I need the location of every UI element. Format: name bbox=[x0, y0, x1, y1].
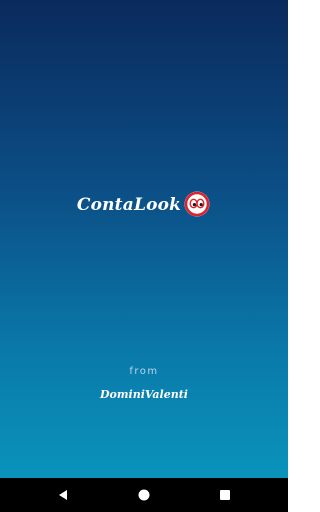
developer-name: DominiValenti bbox=[100, 388, 188, 401]
back-button[interactable] bbox=[43, 478, 83, 512]
system-navigation-bar bbox=[0, 478, 288, 512]
recents-button[interactable] bbox=[205, 478, 245, 512]
recents-square-icon bbox=[220, 490, 230, 500]
home-circle-icon bbox=[138, 489, 150, 501]
from-label: from bbox=[129, 366, 159, 377]
app-logo: ContaLook bbox=[0, 191, 288, 218]
home-button[interactable] bbox=[124, 478, 164, 512]
back-triangle-icon bbox=[59, 490, 67, 500]
eyes-badge-icon bbox=[184, 191, 210, 217]
app-name: ContaLook bbox=[76, 194, 182, 215]
splash-screen: ContaLook from DominiValenti bbox=[0, 0, 288, 478]
